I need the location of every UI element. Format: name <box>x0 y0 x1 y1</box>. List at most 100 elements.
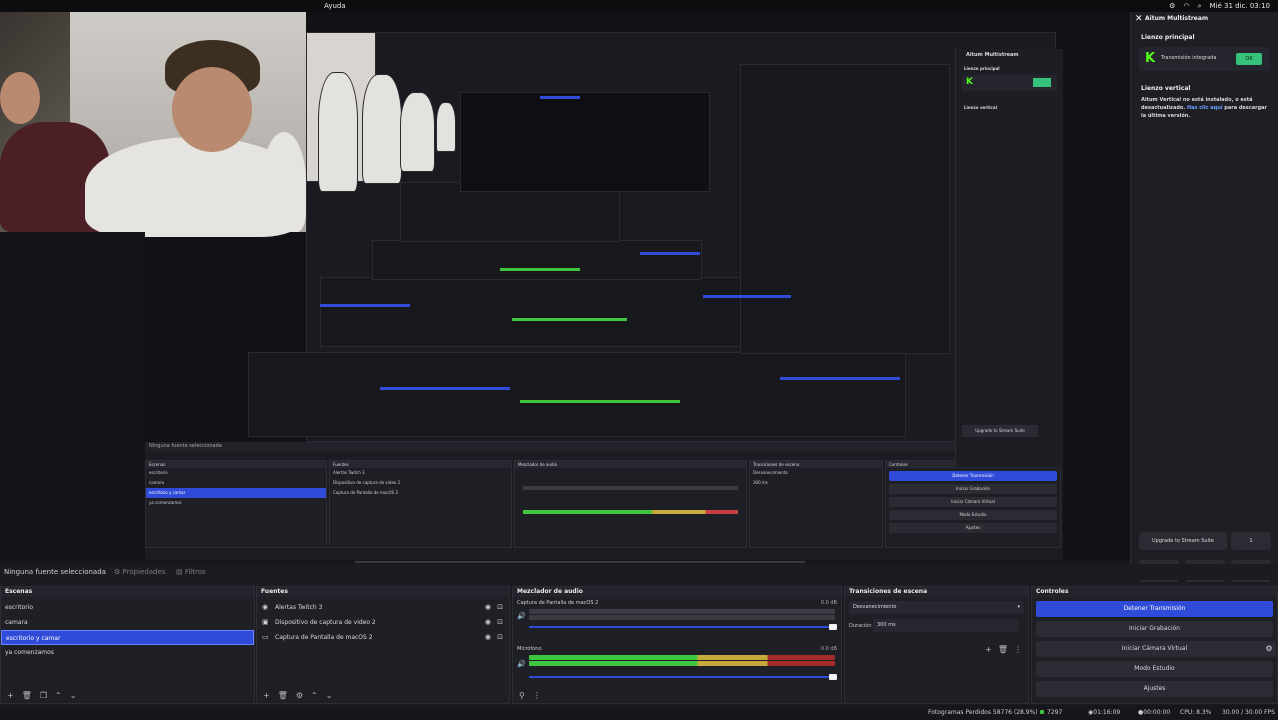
display-source-icon: ▭ <box>262 633 269 641</box>
vertical-canvas-label: Lienzo vertical <box>1141 85 1191 92</box>
add-transition-icon[interactable]: + <box>985 645 992 654</box>
cpu-usage: CPU: 8.3% <box>1180 709 1212 716</box>
mixer-channel-desktop: Captura de Pantalla de macOS 2 0.0 dB 🔊 <box>517 600 837 640</box>
remove-transition-icon[interactable]: 🗑 <box>998 645 1008 654</box>
upgrade-count-button[interactable]: 1 <box>1231 532 1271 550</box>
mixer-footer: ⚲ ⋮ <box>513 687 841 703</box>
volume-slider[interactable] <box>529 674 837 680</box>
channel-name: Captura de Pantalla de macOS 2 <box>517 600 599 606</box>
virtual-camera-gear-icon[interactable]: ⚙ <box>1262 641 1276 657</box>
record-time: ● 00:00:00 <box>1138 709 1171 716</box>
move-up-icon[interactable]: ⌃ <box>55 691 62 700</box>
search-icon[interactable]: ⌕ <box>1198 0 1202 12</box>
ok-pill[interactable]: OK <box>1236 53 1262 65</box>
speaker-icon[interactable]: 🔊 <box>517 660 526 668</box>
settings-button[interactable]: Ajustes <box>1036 681 1273 697</box>
move-down-icon[interactable]: ⌄ <box>70 691 77 700</box>
add-source-icon[interactable]: + <box>263 691 270 700</box>
studio-mode-button[interactable]: Modo Estudio <box>1036 661 1273 677</box>
transitions-title: Transiciones de escena <box>845 587 1028 597</box>
mixer-menu-icon[interactable]: ⋮ <box>533 691 541 700</box>
volume-slider[interactable] <box>529 624 837 630</box>
clock[interactable]: Mié 31 dic. 03:10 <box>1209 0 1270 12</box>
lock-icon[interactable]: ⊡ <box>497 630 503 645</box>
move-up-icon[interactable]: ⌃ <box>311 691 318 700</box>
source-item[interactable]: ◉ Alertas Twitch 3 ◉ ⊡ <box>257 600 509 615</box>
menu-help[interactable]: Ayuda <box>324 0 346 12</box>
vertical-message: Aitum Vertical no está instalado, o está… <box>1141 97 1267 119</box>
dropped-frames: Fotogramas Perdidos 58776 (28.9%) <box>928 709 1038 716</box>
filters-button[interactable]: ▤ Filtros <box>176 564 206 580</box>
nested-source-bar: Ninguna fuente seleccionada <box>145 442 1063 451</box>
add-scene-icon[interactable]: + <box>7 691 14 700</box>
duplicate-scene-icon[interactable]: ❐ <box>40 691 47 700</box>
mixer-link-icon[interactable]: ⚲ <box>519 691 525 700</box>
channel-db: 0.0 dB <box>820 646 837 652</box>
speaker-icon[interactable]: 🔊 <box>517 612 526 620</box>
channel-meter <box>529 655 835 660</box>
visibility-icon[interactable]: ◉ <box>485 615 491 630</box>
channel-name: Micrófono <box>517 646 542 652</box>
scene-item[interactable]: escritorio <box>1 600 254 615</box>
remove-scene-icon[interactable]: 🗑 <box>22 691 32 700</box>
chevron-down-icon: ▾ <box>1017 604 1020 610</box>
lock-icon[interactable]: ⊡ <box>497 600 503 615</box>
properties-button[interactable]: ⚙ Propiedades <box>114 564 165 580</box>
transition-buttons: + 🗑 ⋮ <box>985 645 1022 654</box>
source-item[interactable]: ▣ Dispositivo de captura de video 2 ◉ ⊡ <box>257 615 509 630</box>
source-settings-icon[interactable]: ⚙ <box>296 691 303 700</box>
menubar-status: ⚙ ◠ ⌕ Mié 31 dic. 03:10 <box>1169 0 1270 12</box>
start-virtual-camera-button[interactable]: Iniciar Cámara Virtual ⚙ <box>1036 641 1276 657</box>
scene-item[interactable]: ya comenzamos <box>1 645 254 660</box>
move-down-icon[interactable]: ⌄ <box>326 691 333 700</box>
multistream-panel: ✕ Aitum Multistream Lienzo principal K T… <box>1130 12 1278 582</box>
preview-canvas[interactable]: Ninguna fuente seleccionada Escenas escr… <box>0 12 1130 560</box>
audio-mixer-dock: Mezclador de audio Captura de Pantalla d… <box>512 586 842 704</box>
mixer-title: Mezclador de audio <box>513 587 841 597</box>
transitions-dock: Transiciones de escena Desvanecimiento ▾… <box>844 586 1029 704</box>
mixer-channel-mic: Micrófono 0.0 dB 🔊 <box>517 646 837 686</box>
visibility-icon[interactable]: ◉ <box>485 600 491 615</box>
wifi-icon[interactable]: ◠ <box>1183 0 1189 12</box>
controls-title: Controles <box>1032 587 1277 597</box>
main-service-label: Transmisión integrada <box>1161 55 1217 61</box>
control-center-icon[interactable]: ⚙ <box>1169 0 1175 12</box>
sources-dock: Fuentes ◉ Alertas Twitch 3 ◉ ⊡ ▣ Disposi… <box>256 586 510 704</box>
transition-menu-icon[interactable]: ⋮ <box>1014 645 1022 654</box>
main-canvas-card[interactable]: K Transmisión integrada OK <box>1139 47 1270 71</box>
scenes-title: Escenas <box>1 587 254 597</box>
camera-source-icon: ▣ <box>262 618 269 626</box>
nested-obs-capture: Ninguna fuente seleccionada Escenas escr… <box>145 442 1063 560</box>
aitum-logo-icon: ✕ <box>1135 14 1143 24</box>
scene-item-selected[interactable]: escritorio y camar <box>1 630 254 645</box>
channel-meter <box>529 609 835 614</box>
duration-input[interactable]: 300 ms <box>873 619 1018 632</box>
start-recording-button[interactable]: Iniciar Grabación <box>1036 621 1273 637</box>
scenes-footer: + 🗑 ❐ ⌃ ⌄ <box>1 687 254 703</box>
fps: 30.00 / 30.00 FPS <box>1222 709 1275 716</box>
source-item[interactable]: ▭ Captura de Pantalla de macOS 2 ◉ ⊡ <box>257 630 509 645</box>
stream-time: ◉ 01:16:09 <box>1088 709 1121 716</box>
no-source-selected: Ninguna fuente seleccionada <box>4 568 106 576</box>
main-canvas-label: Lienzo principal <box>1141 34 1195 41</box>
scenes-dock: Escenas escritorio camara escritorio y c… <box>0 586 255 704</box>
macos-menubar: Ayuda ⚙ ◠ ⌕ Mié 31 dic. 03:10 <box>0 0 1278 12</box>
visibility-icon[interactable]: ◉ <box>485 630 491 645</box>
stop-streaming-button[interactable]: Detener Transmisión <box>1036 601 1273 617</box>
bitrate: 7297 Kbps <box>1040 705 1062 720</box>
lock-icon[interactable]: ⊡ <box>497 615 503 630</box>
source-toolbar: Ninguna fuente seleccionada ⚙ Propiedade… <box>0 564 1278 580</box>
sources-footer: + 🗑 ⚙ ⌃ ⌄ <box>257 687 509 703</box>
browser-source-icon: ◉ <box>262 603 269 611</box>
transition-type-select[interactable]: Desvanecimiento ▾ <box>849 601 1024 614</box>
status-bar: Fotogramas Perdidos 58776 (28.9%) 7297 K… <box>0 705 1278 720</box>
remove-source-icon[interactable]: 🗑 <box>278 691 288 700</box>
multistream-title: ✕ Aitum Multistream <box>1135 14 1209 24</box>
upgrade-button[interactable]: Upgrade to Stream Suite <box>1139 532 1227 550</box>
channel-db: 0.0 dB <box>820 600 837 606</box>
nested-multistream-capture: Aitum Multistream Lienzo principal K Lie… <box>955 49 1063 467</box>
scene-item[interactable]: camara <box>1 615 254 630</box>
sources-title: Fuentes <box>257 587 509 597</box>
download-link[interactable]: Haz clic aquí <box>1187 105 1223 111</box>
controls-dock: Controles Detener Transmisión Iniciar Gr… <box>1031 586 1278 704</box>
